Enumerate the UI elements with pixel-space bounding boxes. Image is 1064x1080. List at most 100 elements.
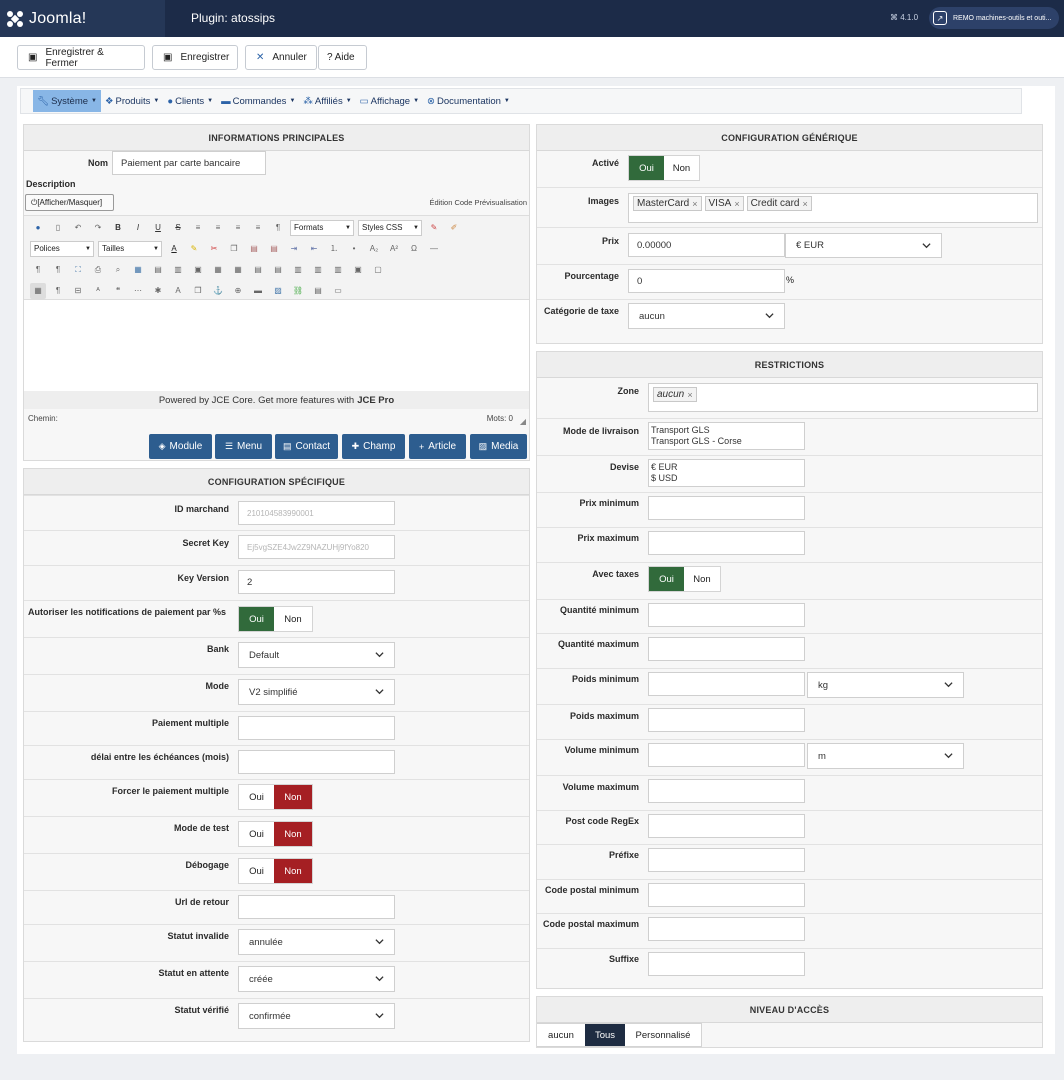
suffix-input[interactable] [648, 952, 805, 976]
weight-unit-select[interactable]: kg [807, 672, 964, 698]
hr-icon[interactable]: — [426, 241, 442, 257]
zone-multiselect[interactable]: aucun × [648, 383, 1038, 412]
max-qty-input[interactable] [648, 637, 805, 661]
italic-icon[interactable]: I [130, 220, 146, 236]
text-color-icon[interactable]: A [166, 241, 182, 257]
site-link[interactable]: ↗ REMO machines-outils et outi... [929, 7, 1059, 29]
editor-content[interactable] [24, 300, 529, 391]
article-button[interactable]: + Article [409, 434, 466, 459]
row-after-icon[interactable]: ▤ [270, 262, 286, 278]
pending-status-select[interactable]: créée [238, 966, 395, 992]
menu-affilies[interactable]: ⁂ Affiliés ▼ [299, 90, 355, 112]
yes-option[interactable]: Oui [629, 156, 664, 180]
min-weight-input[interactable] [648, 672, 805, 696]
link-manager-icon[interactable]: ⛓ [290, 283, 306, 299]
field-button[interactable]: ✚ Champ [342, 434, 405, 459]
max-price-input[interactable] [648, 531, 805, 555]
volume-unit-select[interactable]: m [807, 743, 964, 769]
row-before-icon[interactable]: ▤ [250, 262, 266, 278]
bank-select[interactable]: Default [238, 642, 395, 668]
outdent-icon[interactable]: ⇤ [306, 241, 322, 257]
yes-option[interactable]: Oui [649, 567, 684, 591]
yes-option[interactable]: Oui [239, 822, 274, 846]
multi-payment-input[interactable] [238, 716, 395, 740]
clean-icon[interactable]: ✐ [446, 220, 462, 236]
table-icon[interactable]: ▦ [130, 262, 146, 278]
styles-select[interactable]: Styles CSS ▼ [358, 219, 422, 236]
no-option[interactable]: Non [274, 822, 312, 846]
currency-option[interactable]: $ USD [651, 473, 802, 484]
link-icon[interactable]: ⊕ [230, 283, 246, 299]
col-after-icon[interactable]: ▥ [310, 262, 326, 278]
name-input[interactable]: Paiement par carte bancaire [112, 151, 266, 175]
min-volume-input[interactable] [648, 743, 805, 767]
currency-select[interactable]: € EUR [785, 233, 942, 258]
max-postcode-input[interactable] [648, 917, 805, 941]
force-multi-toggle[interactable]: Oui Non [238, 784, 313, 810]
charmap-icon[interactable]: Ω [406, 241, 422, 257]
sizes-select[interactable]: Tailles ▼ [98, 240, 162, 257]
subscript-icon[interactable]: A₂ [366, 241, 382, 257]
quote-icon[interactable]: ❝ [110, 283, 126, 299]
min-postcode-input[interactable] [648, 883, 805, 907]
visual-aid-icon[interactable]: ▦ [30, 282, 46, 299]
images-multiselect[interactable]: MasterCard × VISA × Credit card × [628, 193, 1038, 223]
mode-select[interactable]: V2 simplifié [238, 679, 395, 705]
tax-category-select[interactable]: aucun [628, 303, 785, 329]
shipping-option[interactable]: Transport GLS - Corse [651, 436, 802, 447]
verified-status-select[interactable]: confirmée [238, 1003, 395, 1029]
currency-option[interactable]: € EUR [651, 462, 802, 473]
access-all-option[interactable]: Tous [585, 1024, 625, 1046]
price-input[interactable]: 0.00000 [628, 233, 785, 257]
template-icon[interactable]: ❒ [190, 283, 206, 299]
formats-select[interactable]: Formats ▼ [290, 219, 354, 236]
contact-button[interactable]: ▤ Contact [275, 434, 338, 459]
strikethrough-icon[interactable]: S [170, 220, 186, 236]
row-icon[interactable]: ▤ [150, 262, 166, 278]
cancel-button[interactable]: ✕ Annuler [245, 45, 317, 70]
visual-chars-icon[interactable]: ¶ [50, 283, 66, 299]
merge-icon[interactable]: ▦ [210, 262, 226, 278]
notifications-toggle[interactable]: Oui Non [238, 606, 313, 632]
max-weight-input[interactable] [648, 708, 805, 732]
col-icon[interactable]: ▥ [170, 262, 186, 278]
yes-option[interactable]: Oui [239, 859, 274, 883]
access-level-toggle[interactable]: aucun Tous Personnalisé [537, 1023, 702, 1047]
no-option[interactable]: Non [274, 859, 312, 883]
no-option[interactable]: Non [274, 785, 312, 809]
image-icon[interactable]: ▨ [270, 283, 286, 299]
no-option[interactable]: Non [684, 567, 720, 591]
ordered-list-icon[interactable]: ⒈ [326, 241, 342, 257]
rtl-icon[interactable]: ¶ [50, 262, 66, 278]
paste-icon[interactable]: ▤ [246, 241, 262, 257]
prefix-input[interactable] [648, 848, 805, 872]
indent-icon[interactable]: ⇥ [286, 241, 302, 257]
jce-pro-link[interactable]: JCE Pro [357, 395, 394, 406]
joomla-logo[interactable]: Joomla! [0, 0, 165, 37]
delay-input[interactable] [238, 750, 395, 774]
access-custom-option[interactable]: Personnalisé [625, 1024, 701, 1046]
menu-button[interactable]: ☰ Menu [215, 434, 272, 459]
menu-documentation[interactable]: ⊗ Documentation ▼ [423, 90, 514, 112]
eraser-icon[interactable]: ✎ [426, 220, 442, 236]
postcode-regex-input[interactable] [648, 814, 805, 838]
secret-key-input[interactable]: Ej5vgSZE4Jw2Z9NAZUHj9fYo820 [238, 535, 395, 559]
unlink-icon[interactable]: ▬ [250, 283, 266, 299]
align-right-icon[interactable]: ≡ [250, 220, 266, 236]
cut-icon[interactable]: ✂ [206, 241, 222, 257]
redo-icon[interactable]: ↷ [90, 220, 106, 236]
search-icon[interactable]: ⌕ [110, 262, 126, 278]
spell-icon[interactable]: ᴬ [90, 283, 106, 299]
new-doc-icon[interactable]: ▯ [50, 220, 66, 236]
return-url-input[interactable] [238, 895, 395, 919]
source-icon[interactable]: ▤ [310, 283, 326, 299]
fonts-select[interactable]: Polices ▼ [30, 240, 94, 257]
test-mode-toggle[interactable]: Oui Non [238, 821, 313, 847]
highlight-icon[interactable]: ✎ [186, 241, 202, 257]
with-taxes-toggle[interactable]: Oui Non [648, 566, 721, 592]
module-button[interactable]: ◈ Module [149, 434, 212, 459]
yes-option[interactable]: Oui [239, 607, 274, 631]
shipping-option[interactable]: Transport GLS [651, 425, 802, 436]
bullet-list-icon[interactable]: • [346, 241, 362, 257]
no-option[interactable]: Non [274, 607, 312, 631]
